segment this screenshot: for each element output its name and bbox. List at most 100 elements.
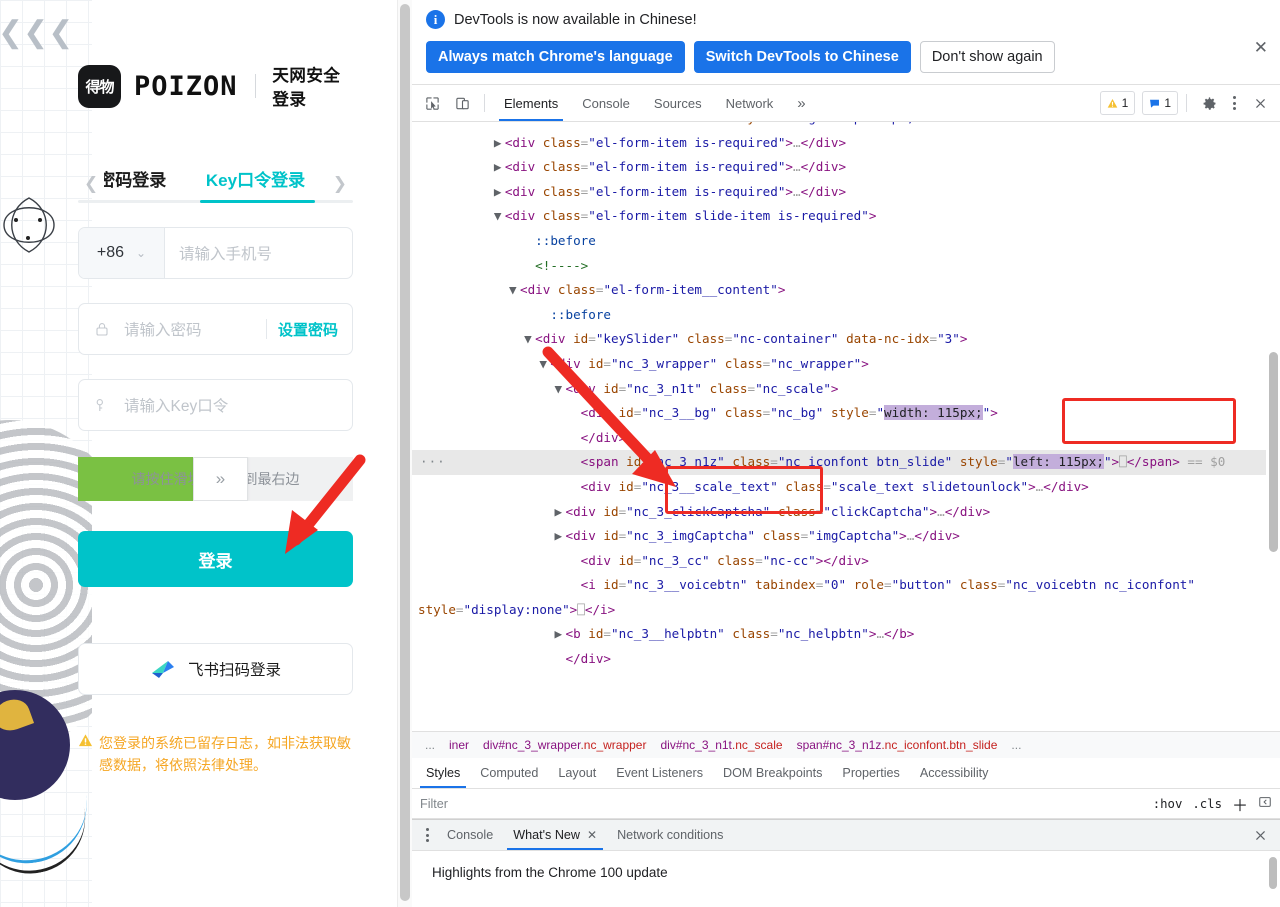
drawer-content: Highlights from the Chrome 100 update bbox=[412, 850, 1280, 907]
chevron-left-icon[interactable]: ❮ bbox=[78, 174, 104, 194]
dom-line[interactable]: ··· <span id="nc_3_n1z" class="nc_iconfo… bbox=[412, 450, 1266, 475]
login-button[interactable]: 登录 bbox=[78, 531, 353, 587]
kebab-menu-icon[interactable] bbox=[418, 828, 437, 842]
styles-tab-properties[interactable]: Properties bbox=[832, 759, 909, 788]
breadcrumb-item[interactable]: ... bbox=[418, 738, 442, 752]
breadcrumb-item[interactable]: span#nc_3_n1z.nc_iconfont.btn_slide bbox=[790, 738, 1005, 752]
collapse-triangle-icon[interactable]: ▼ bbox=[524, 327, 535, 352]
key-input-placeholder[interactable]: 请输入Key口令 bbox=[110, 394, 228, 416]
legal-warning: 您登录的系统已留存日志，如非法获取敏感数据，将依照法律处理。 bbox=[78, 733, 353, 776]
website-panel: ❮❮❮ 得物 POIZON 天网安全登录 ❮ 密码登录 Key口令登录 ❯ +8… bbox=[0, 0, 412, 907]
close-icon[interactable] bbox=[1246, 90, 1274, 116]
dom-line[interactable]: ▼ <div id="keySlider" class="nc-container… bbox=[412, 327, 1266, 352]
dom-tree[interactable]: <form class="el-form" id="form" style="m… bbox=[412, 122, 1280, 731]
collapse-triangle-icon[interactable]: ▼ bbox=[554, 377, 565, 402]
breadcrumb-item[interactable]: ... bbox=[1004, 738, 1028, 752]
phone-field[interactable]: +86 ⌄ 请输入手机号 bbox=[78, 227, 353, 279]
page-scrollbar[interactable] bbox=[397, 0, 412, 907]
phone-input-placeholder[interactable]: 请输入手机号 bbox=[165, 242, 272, 264]
dom-line[interactable]: ▶ <div id="nc_3_clickCaptcha" class="clic… bbox=[412, 500, 1266, 525]
collapse-triangle-icon[interactable]: ▼ bbox=[539, 352, 550, 377]
warning-count-badge[interactable]: 1 bbox=[1099, 91, 1136, 115]
plus-icon[interactable]: ＋ bbox=[1232, 792, 1248, 816]
close-icon[interactable]: ✕ bbox=[1254, 38, 1268, 58]
dom-line[interactable]: ::before bbox=[412, 229, 1266, 254]
filter-input[interactable]: Filter bbox=[420, 797, 1143, 811]
breadcrumb-item[interactable]: div#nc_3_wrapper.nc_wrapper bbox=[476, 738, 653, 752]
set-password-link[interactable]: 设置密码 bbox=[278, 319, 352, 340]
dom-line[interactable]: ▼ <div class="el-form-item slide-item is-… bbox=[412, 204, 1266, 229]
expand-triangle-icon[interactable]: ▶ bbox=[494, 155, 505, 180]
collapse-triangle-icon[interactable]: ▼ bbox=[494, 204, 505, 229]
tab-console[interactable]: Console bbox=[571, 86, 641, 121]
dom-line[interactable]: <div id="nc_3__scale_text" class="scale_… bbox=[412, 475, 1266, 500]
close-icon[interactable]: ✕ bbox=[587, 828, 597, 842]
drawer-tab-network-conditions[interactable]: Network conditions bbox=[607, 821, 733, 850]
styles-tab-event-listeners[interactable]: Event Listeners bbox=[606, 759, 713, 788]
device-toolbar-icon[interactable] bbox=[448, 90, 476, 116]
switch-to-chinese-button[interactable]: Switch DevTools to Chinese bbox=[693, 41, 911, 73]
tab-elements[interactable]: Elements bbox=[493, 86, 569, 121]
chevrons-right-icon[interactable]: » bbox=[786, 86, 816, 121]
expand-triangle-icon[interactable]: ▶ bbox=[554, 622, 565, 647]
dom-line[interactable]: </div> bbox=[412, 647, 1266, 672]
login-card: 得物 POIZON 天网安全登录 ❮ 密码登录 Key口令登录 ❯ +86 ⌄ … bbox=[78, 62, 353, 776]
dom-line[interactable]: ::before bbox=[412, 303, 1266, 328]
styles-tab-layout[interactable]: Layout bbox=[548, 759, 606, 788]
dom-line[interactable]: <form class="el-form" id="form" style="m… bbox=[412, 122, 1266, 131]
dom-line[interactable]: ▶ <div class="el-form-item is-required">…… bbox=[412, 180, 1266, 205]
collapse-triangle-icon[interactable]: ▼ bbox=[509, 278, 520, 303]
sidebar-toggle-icon[interactable] bbox=[1258, 795, 1272, 812]
slider-handle[interactable]: » bbox=[193, 457, 248, 501]
cls-toggle[interactable]: .cls bbox=[1192, 797, 1222, 811]
dom-line[interactable]: ▶ <div id="nc_3_imgCaptcha" class="imgCap… bbox=[412, 524, 1266, 549]
always-match-language-button[interactable]: Always match Chrome's language bbox=[426, 41, 685, 73]
feishu-scan-login-button[interactable]: 飞书扫码登录 bbox=[78, 643, 353, 695]
key-field[interactable]: 请输入Key口令 bbox=[78, 379, 353, 431]
dom-line[interactable]: ▼ <div id="nc_3_wrapper" class="nc_wrappe… bbox=[412, 352, 1266, 377]
password-field[interactable]: 请输入密码 设置密码 bbox=[78, 303, 353, 355]
inspect-cursor-icon[interactable] bbox=[418, 90, 446, 116]
field-divider bbox=[265, 319, 267, 339]
dom-line[interactable]: <!----> bbox=[412, 254, 1266, 279]
dom-line[interactable]: ▶ <b id="nc_3__helpbtn" class="nc_helpbtn… bbox=[412, 622, 1266, 647]
gear-icon[interactable] bbox=[1195, 90, 1223, 116]
tab-sources[interactable]: Sources bbox=[643, 86, 713, 121]
close-icon[interactable] bbox=[1246, 822, 1274, 848]
dom-line[interactable]: ▼ <div id="nc_3_n1t" class="nc_scale"> bbox=[412, 377, 1266, 402]
password-input-placeholder[interactable]: 请输入密码 bbox=[110, 318, 202, 340]
breadcrumb-item[interactable]: div#nc_3_n1t.nc_scale bbox=[653, 738, 789, 752]
expand-triangle-icon[interactable]: ▶ bbox=[554, 524, 565, 549]
dom-scrollbar[interactable] bbox=[1269, 352, 1278, 552]
styles-tab-accessibility[interactable]: Accessibility bbox=[910, 759, 999, 788]
tab-network[interactable]: Network bbox=[715, 86, 785, 121]
breadcrumb-item[interactable]: iner bbox=[442, 738, 476, 752]
dom-line[interactable]: ▼ <div class="el-form-item__content"> bbox=[412, 278, 1266, 303]
dom-line[interactable]: <i id="nc_3__voicebtn" tabindex="0" role… bbox=[412, 573, 1266, 622]
drawer-scrollbar[interactable] bbox=[1269, 857, 1277, 889]
dom-line[interactable]: ▶ <div class="el-form-item is-required">…… bbox=[412, 131, 1266, 156]
styles-tab-dom-breakpoints[interactable]: DOM Breakpoints bbox=[713, 759, 832, 788]
tab-password-login[interactable]: 密码登录 bbox=[104, 166, 184, 201]
slider-captcha[interactable]: 请按住滑块，拖动到最右边 » bbox=[78, 457, 353, 501]
chevron-right-icon[interactable]: ❯ bbox=[327, 174, 353, 194]
drawer-tab-label: Console bbox=[447, 828, 494, 842]
kebab-menu-icon[interactable] bbox=[1225, 96, 1244, 110]
drawer-tab-console[interactable]: Console bbox=[437, 821, 503, 850]
message-count-badge[interactable]: 1 bbox=[1142, 91, 1178, 115]
country-code-select[interactable]: +86 ⌄ bbox=[79, 228, 165, 278]
dom-line[interactable]: <div id="nc_3__bg" class="nc_bg" style="… bbox=[412, 401, 1266, 426]
expand-triangle-icon[interactable]: ▶ bbox=[554, 500, 565, 525]
drawer-tab-whats-new[interactable]: What's New ✕ bbox=[503, 821, 607, 850]
hov-toggle[interactable]: :hov bbox=[1153, 797, 1183, 811]
dom-line[interactable]: <div id="nc_3_cc" class="nc-cc"></div> bbox=[412, 549, 1266, 574]
expand-triangle-icon[interactable]: ▶ bbox=[494, 131, 505, 156]
dom-line[interactable]: </div> bbox=[412, 426, 1266, 451]
brand-header: 得物 POIZON 天网安全登录 bbox=[78, 62, 353, 110]
tab-key-login[interactable]: Key口令登录 bbox=[184, 166, 327, 201]
expand-triangle-icon[interactable]: ▶ bbox=[494, 180, 505, 205]
dont-show-again-button[interactable]: Don't show again bbox=[919, 41, 1055, 73]
styles-tab-computed[interactable]: Computed bbox=[470, 759, 548, 788]
styles-tab-styles[interactable]: Styles bbox=[416, 759, 470, 788]
dom-line[interactable]: ▶ <div class="el-form-item is-required">…… bbox=[412, 155, 1266, 180]
